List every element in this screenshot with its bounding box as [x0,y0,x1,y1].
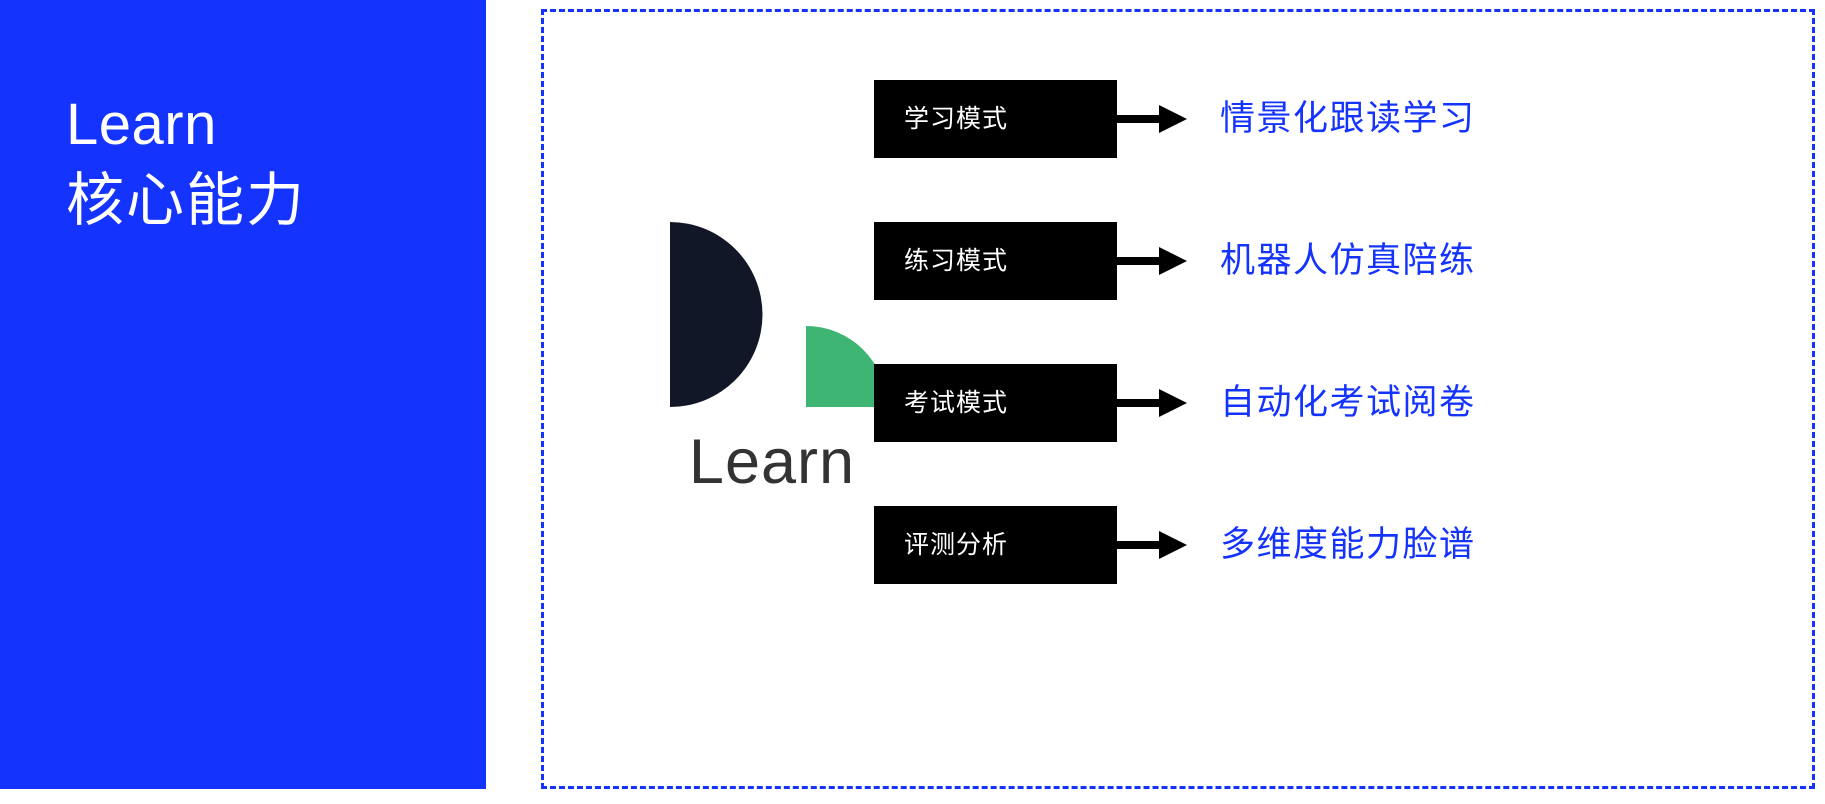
mode-box-label: 练习模式 [904,247,1009,275]
outcome-label: 自动化考试阅卷 [1220,383,1476,422]
flow-row: 考试模式 自动化考试阅卷 [874,364,1804,442]
mode-box-exam[interactable]: 考试模式 [874,364,1117,442]
mode-box-assessment[interactable]: 评测分析 [874,506,1117,584]
learn-logo-wordmark: Learn [688,427,856,497]
arrow-right-icon [1117,105,1187,133]
page-title: Learn 核心能力 [66,88,466,240]
capability-flow-list: 学习模式 情景化跟读学习 练习模式 机器人仿真陪练 考试模式 自动化考试阅卷 评… [874,80,1804,584]
title-line-chinese: 核心能力 [66,168,307,233]
title-panel: Learn 核心能力 [0,0,486,789]
slide-canvas: Learn 核心能力 Learn 学习模式 情景化跟读学习 练习模式 机器人仿真… [0,0,1825,804]
flow-row: 评测分析 多维度能力脸谱 [874,506,1804,584]
flow-row: 学习模式 情景化跟读学习 [874,80,1804,158]
arrow-right-icon [1117,531,1187,559]
arrow-right-icon [1117,247,1187,275]
title-line-english: Learn [66,92,217,157]
flow-row: 练习模式 机器人仿真陪练 [874,222,1804,300]
mode-box-label: 考试模式 [904,389,1009,417]
mode-box-label: 学习模式 [904,105,1009,133]
learn-logo-mark-icon [670,222,882,407]
arrow-right-icon [1117,389,1187,417]
mode-box-label: 评测分析 [904,531,1009,559]
outcome-label: 机器人仿真陪练 [1220,241,1476,280]
outcome-label: 多维度能力脸谱 [1220,525,1476,564]
content-dashed-frame: Learn 学习模式 情景化跟读学习 练习模式 机器人仿真陪练 考试模式 自动化… [541,9,1815,789]
mode-box-practice[interactable]: 练习模式 [874,222,1117,300]
mode-box-learning[interactable]: 学习模式 [874,80,1117,158]
learn-logo: Learn [652,222,882,512]
outcome-label: 情景化跟读学习 [1220,99,1476,138]
